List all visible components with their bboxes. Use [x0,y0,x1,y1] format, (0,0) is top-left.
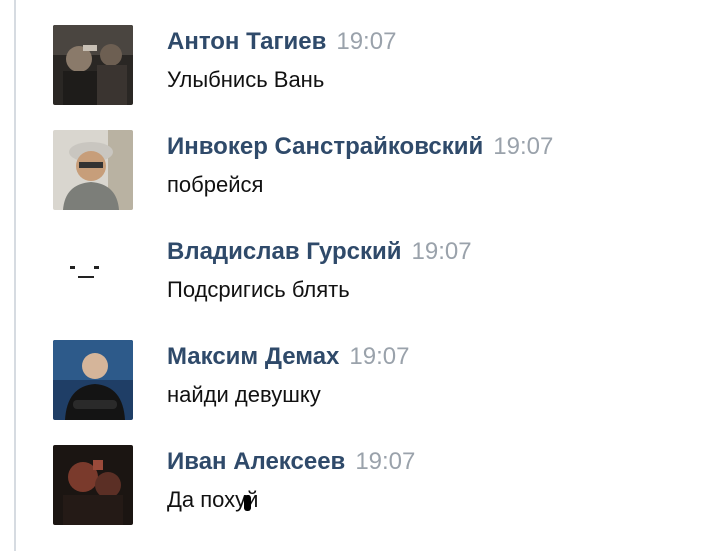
author-name[interactable]: Максим Демах [167,343,339,370]
avatar[interactable] [53,340,133,420]
censor-mark [244,495,252,511]
author-name[interactable]: Антон Тагиев [167,28,326,55]
message-time: 19:07 [493,133,554,160]
avatar[interactable] [53,130,133,210]
message-text: найди девушку [167,382,321,407]
avatar-image [53,235,133,315]
message-author[interactable]: Инвокер Санстрайковский 19:07 [167,133,553,161]
author-name[interactable]: Иван Алексеев [167,448,345,475]
avatar[interactable] [53,25,133,105]
avatar-image [53,445,133,525]
avatar[interactable] [53,445,133,525]
message-text: Улыбнись Вань [167,67,325,92]
avatar-image [53,25,133,105]
message-author[interactable]: Иван Алексеев 19:07 [167,448,415,476]
message-time: 19:07 [336,28,397,55]
message-text: побрейся [167,172,264,197]
message-time: 19:07 [411,238,472,265]
author-name[interactable]: Инвокер Санстрайковский [167,133,483,160]
avatar-image [53,130,133,210]
message-author[interactable]: Антон Тагиев 19:07 [167,28,396,56]
message-text: Подсригись блять [167,277,350,302]
message-time: 19:07 [355,448,416,475]
author-name[interactable]: Владислав Гурский [167,238,402,265]
message-item: Максим Демах 19:07 найди девушку [0,340,720,440]
avatar[interactable] [53,235,133,315]
avatar-image [53,340,133,420]
message-text: Да похуй [167,487,258,513]
message-item: Антон Тагиев 19:07 Улыбнись Вань [0,25,720,125]
message-item: Инвокер Санстрайковский 19:07 побрейся [0,130,720,230]
message-item: Иван Алексеев 19:07 Да похуй [0,445,720,545]
message-author[interactable]: Максим Демах 19:07 [167,343,409,371]
message-time: 19:07 [349,343,410,370]
message-item: Владислав Гурский 19:07 Подсригись блять [0,235,720,335]
message-author[interactable]: Владислав Гурский 19:07 [167,238,472,266]
